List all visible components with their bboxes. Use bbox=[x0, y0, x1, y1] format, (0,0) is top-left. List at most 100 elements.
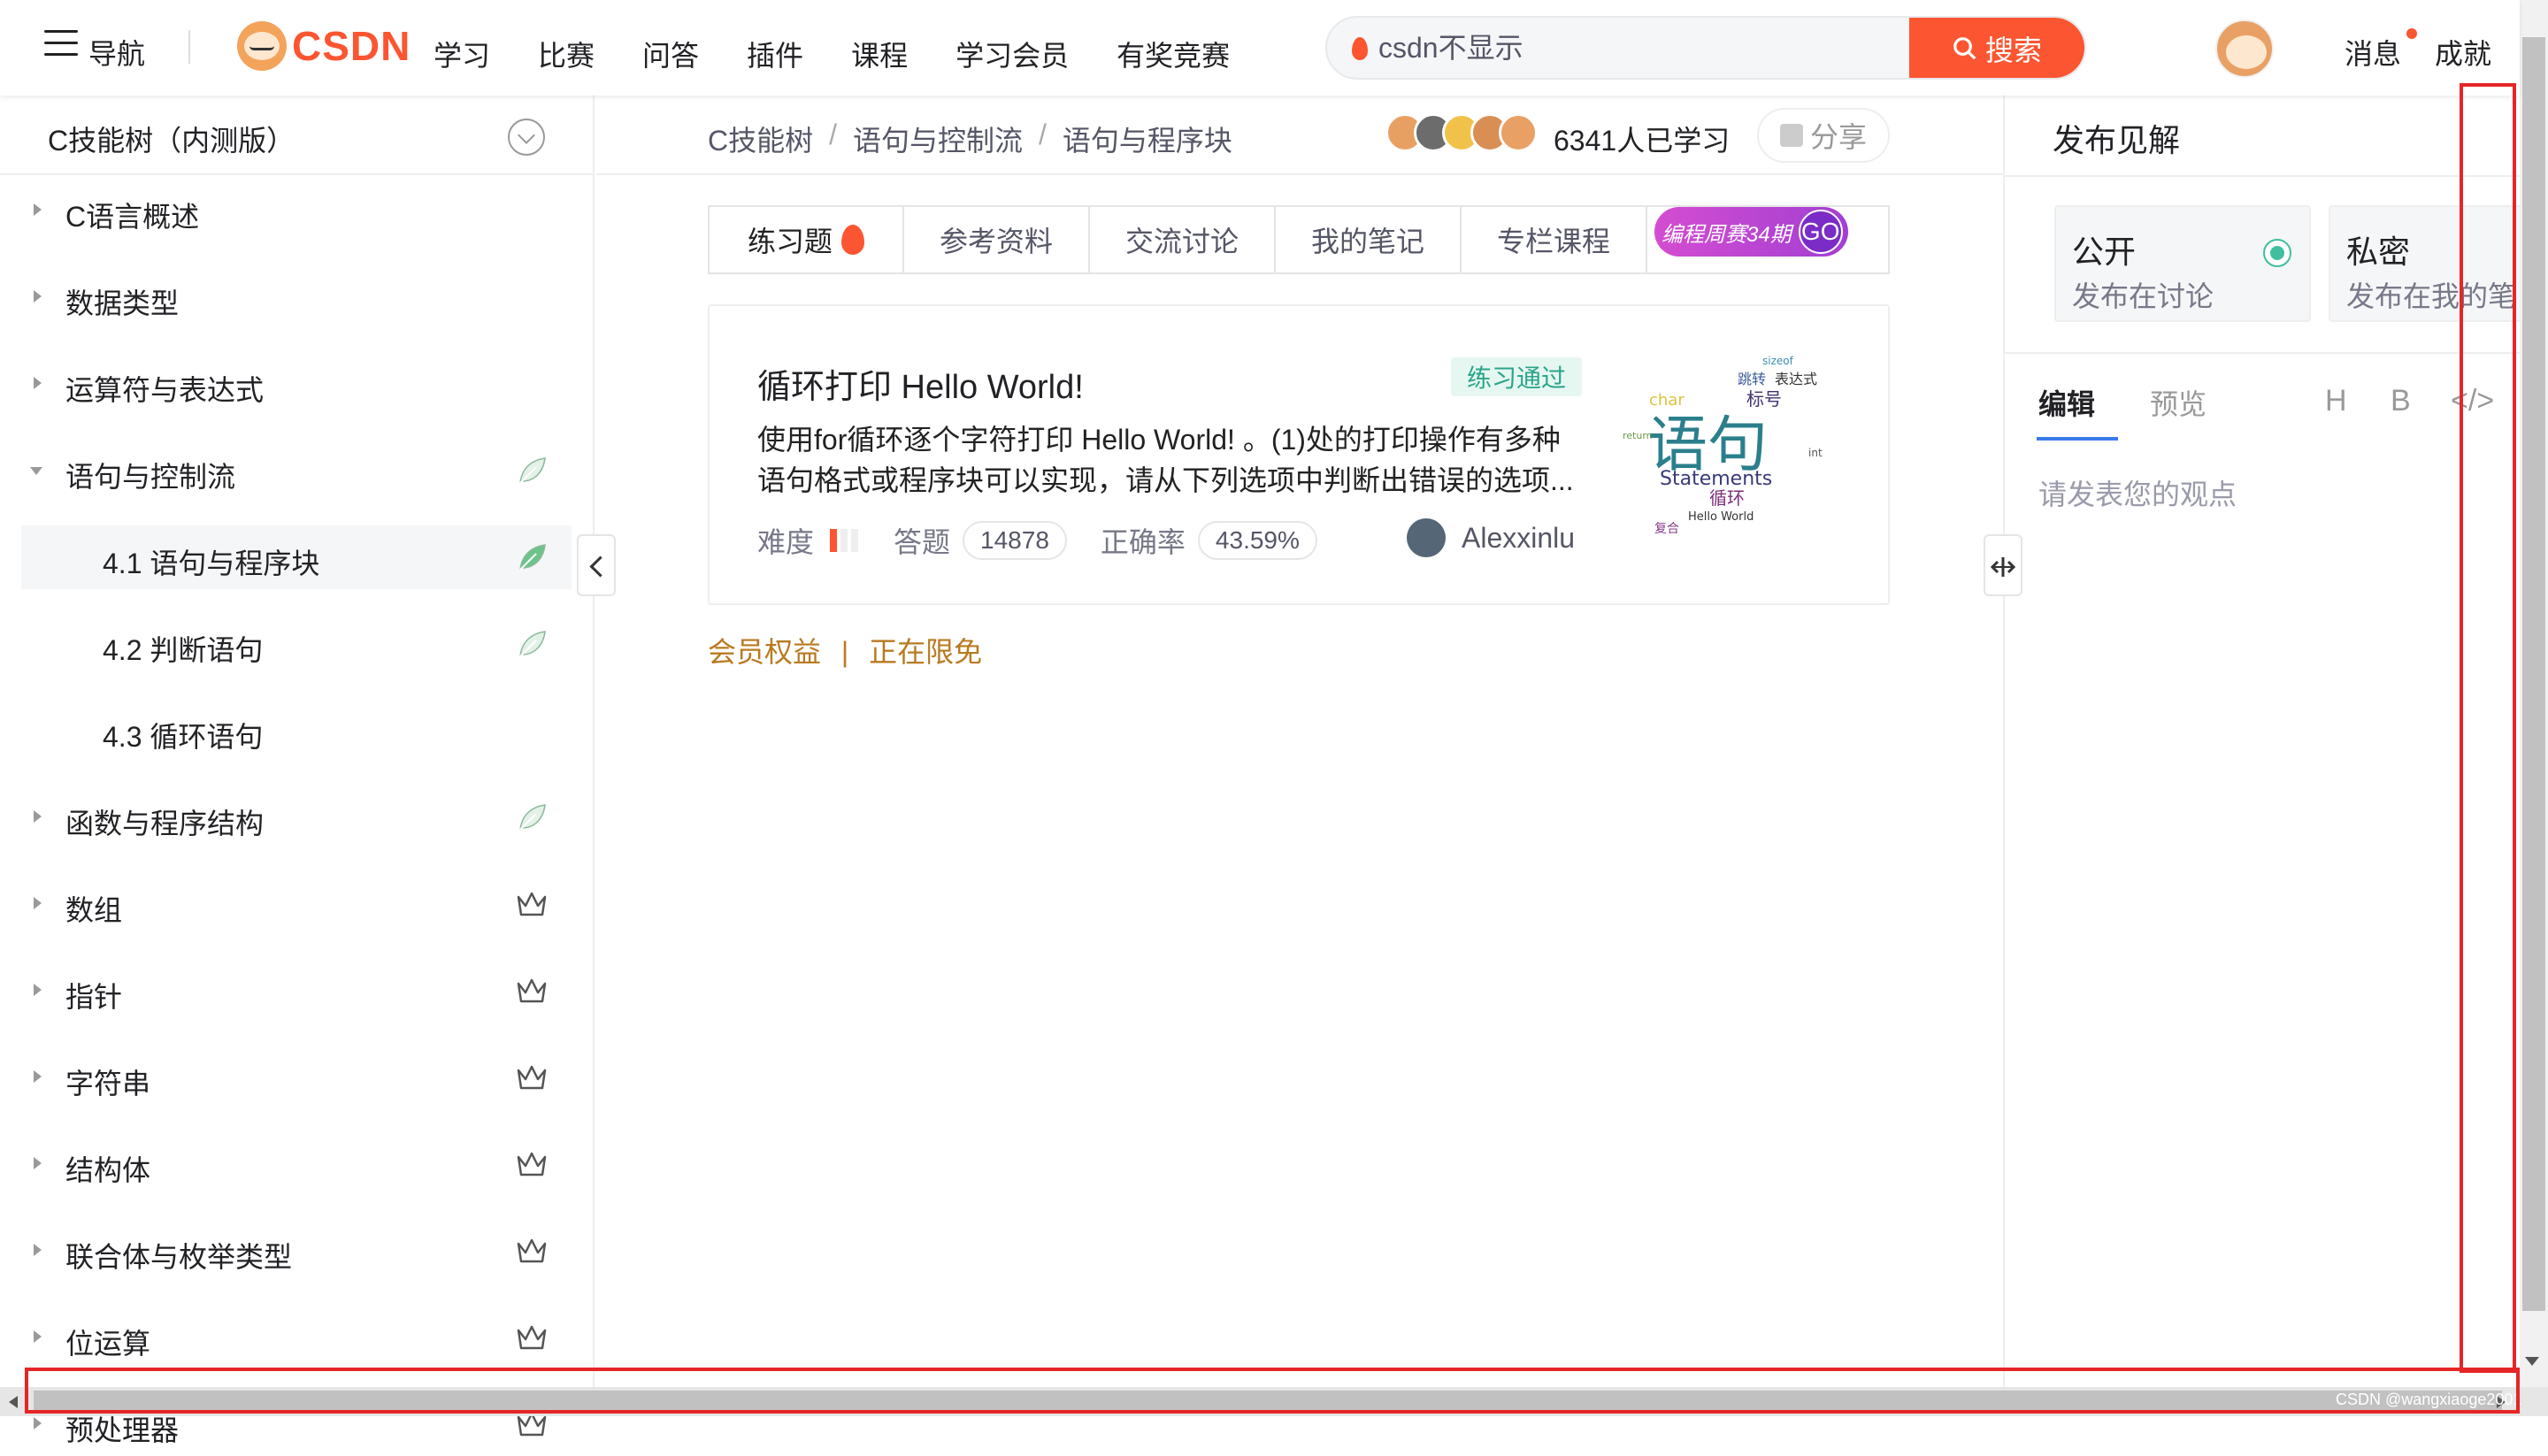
caret-right-icon[interactable] bbox=[34, 377, 42, 389]
nav-menu-label[interactable]: 导航 bbox=[88, 32, 145, 73]
tab-column-courses[interactable]: 专栏课程 bbox=[1462, 207, 1647, 272]
sidebar-item-label: 联合体与枚举类型 bbox=[65, 1241, 293, 1273]
nav-link-qa[interactable]: 问答 bbox=[642, 34, 699, 74]
csdn-logo[interactable]: CSDN bbox=[237, 21, 411, 71]
share-icon bbox=[1779, 124, 1803, 147]
panel-title: 发布见解 bbox=[2053, 122, 2181, 158]
logo-text: CSDN bbox=[292, 23, 411, 69]
nav-link-study[interactable]: 学习 bbox=[434, 34, 490, 74]
sidebar-item-label: 结构体 bbox=[65, 1154, 151, 1186]
vip-benefit-label[interactable]: 会员权益 bbox=[708, 636, 821, 668]
tab-edit[interactable]: 编辑 bbox=[2038, 382, 2095, 423]
avatar[interactable] bbox=[2215, 19, 2274, 78]
insight-panel: 发布见解 公开 发布在讨论 私密 发布在我的笔 编辑 预览 H B </> 请发… bbox=[2003, 96, 2520, 1387]
caret-right-icon[interactable] bbox=[34, 1244, 42, 1256]
top-navbar: 导航 CSDN 学习 比赛 问答 插件 课程 学习会员 有奖竞赛 搜索 消息 成… bbox=[0, 0, 2520, 96]
wordcloud-word: Hello World bbox=[1688, 510, 1754, 524]
sidebar-item[interactable]: 指针 bbox=[21, 959, 572, 1023]
sidebar-item[interactable]: 位运算 bbox=[21, 1306, 572, 1369]
achievements-link[interactable]: 成就 bbox=[2435, 32, 2491, 73]
caret-right-icon[interactable] bbox=[34, 897, 42, 909]
unread-dot bbox=[2406, 28, 2417, 39]
menu-icon[interactable] bbox=[44, 30, 78, 58]
tab-discussion[interactable]: 交流讨论 bbox=[1090, 207, 1276, 272]
skill-tree-sidebar: C技能树（内测版） C语言概述数据类型运算符与表达式 语句与控制流 4.1 语句与程… bbox=[0, 96, 595, 1446]
caret-right-icon[interactable] bbox=[34, 1330, 42, 1343]
sidebar-item[interactable]: 4.3 循环语句 bbox=[21, 699, 572, 762]
heading-tool-icon[interactable]: H bbox=[2325, 384, 2347, 418]
breadcrumb-bar: C技能树 / 语句与控制流 / 语句与程序块 6341人已学习 分享 bbox=[596, 96, 2003, 175]
exercise-description: 使用for循环逐个字符打印 Hello World! 。(1)处的打印操作有多种… bbox=[757, 424, 1574, 496]
search-icon bbox=[1953, 37, 1976, 60]
nav-link-plugin[interactable]: 插件 bbox=[747, 34, 803, 74]
annotation-box-vertical-scroll bbox=[2460, 83, 2516, 1373]
visibility-public-option[interactable]: 公开 发布在讨论 bbox=[2054, 205, 2311, 322]
exercise-card[interactable]: 循环打印 Hello World! 练习通过 使用for循环逐个字符打印 Hel… bbox=[708, 304, 1890, 605]
caret-right-icon[interactable] bbox=[34, 290, 42, 303]
sidebar-title: C技能树（内测版） bbox=[48, 125, 295, 157]
resize-panel-handle[interactable] bbox=[1984, 534, 2022, 596]
exercise-title[interactable]: 循环打印 Hello World! bbox=[757, 359, 1084, 408]
sidebar-item[interactable]: 结构体 bbox=[21, 1132, 572, 1196]
sidebar-item[interactable]: 语句与控制流 bbox=[21, 439, 572, 502]
nav-divider bbox=[188, 30, 190, 64]
nav-links: 学习 比赛 问答 插件 课程 学习会员 有奖竞赛 bbox=[434, 34, 1278, 74]
sidebar-item[interactable]: 数据类型 bbox=[21, 265, 572, 329]
breadcrumb-item[interactable]: C技能树 bbox=[708, 119, 813, 159]
weekly-contest-badge[interactable]: 编程周赛34期 GO bbox=[1654, 207, 1848, 257]
collapse-sidebar-button[interactable] bbox=[577, 534, 616, 596]
search-button[interactable]: 搜索 bbox=[1909, 18, 2084, 78]
messages-link[interactable]: 消息 bbox=[2345, 32, 2401, 73]
go-button[interactable]: GO bbox=[1798, 210, 1843, 254]
option-name: 公开 bbox=[2072, 234, 2137, 270]
sidebar-item[interactable]: 4.2 判断语句 bbox=[21, 612, 572, 676]
nav-link-vip[interactable]: 学习会员 bbox=[956, 34, 1069, 74]
scroll-down-arrow-icon[interactable] bbox=[2525, 1357, 2539, 1366]
comment-input[interactable]: 请发表您的观点 bbox=[2038, 472, 2237, 513]
learners-count: 6341人已学习 bbox=[1554, 125, 1731, 157]
caret-right-icon[interactable] bbox=[34, 1070, 42, 1083]
breadcrumb-item[interactable]: 语句与程序块 bbox=[1063, 119, 1232, 159]
bold-tool-icon[interactable]: B bbox=[2391, 384, 2411, 418]
radio-selected-icon[interactable] bbox=[2263, 239, 2291, 267]
sidebar-item-label: 运算符与表达式 bbox=[65, 374, 265, 406]
tab-notes[interactable]: 我的笔记 bbox=[1276, 207, 1462, 272]
breadcrumb-separator: / bbox=[1039, 119, 1047, 150]
caret-right-icon[interactable] bbox=[34, 810, 42, 823]
content-tabs: 练习题 参考资料 交流讨论 我的笔记 专栏课程 编程周赛34期 GO bbox=[708, 205, 1890, 274]
sidebar-item[interactable]: 运算符与表达式 bbox=[21, 352, 572, 416]
nav-link-contest[interactable]: 比赛 bbox=[538, 34, 595, 74]
author[interactable]: Alexxinlu bbox=[1407, 518, 1575, 557]
leaf-icon bbox=[515, 541, 549, 573]
scroll-left-arrow-icon[interactable] bbox=[9, 1396, 18, 1408]
vip-benefit-line[interactable]: 会员权益 | 正在限免 bbox=[708, 630, 982, 671]
share-button[interactable]: 分享 bbox=[1757, 108, 1890, 163]
chevron-down-icon[interactable] bbox=[508, 119, 545, 156]
sidebar-item[interactable]: 字符串 bbox=[21, 1046, 572, 1109]
sidebar-item[interactable]: 4.1 语句与程序块 bbox=[21, 525, 572, 589]
vertical-scroll-thumb[interactable] bbox=[2522, 37, 2545, 1311]
tab-label: 我的笔记 bbox=[1310, 226, 1424, 257]
sidebar-item[interactable]: 函数与程序结构 bbox=[21, 785, 572, 849]
caret-right-icon[interactable] bbox=[34, 1157, 42, 1169]
contest-badge-text: 编程周赛34期 bbox=[1662, 222, 1792, 247]
caret-right-icon[interactable] bbox=[34, 984, 42, 996]
tab-exercises[interactable]: 练习题 bbox=[710, 207, 904, 272]
nav-link-course[interactable]: 课程 bbox=[851, 34, 908, 74]
vip-free-label[interactable]: 正在限免 bbox=[869, 636, 982, 668]
breadcrumb-item[interactable]: 语句与控制流 bbox=[853, 119, 1023, 159]
search-input[interactable] bbox=[1378, 18, 1909, 78]
tab-references[interactable]: 参考资料 bbox=[904, 207, 1090, 272]
sidebar-item-label: 指针 bbox=[65, 981, 123, 1013]
sidebar-item-label: 数组 bbox=[65, 894, 123, 926]
sidebar-item[interactable]: 联合体与枚举类型 bbox=[21, 1219, 572, 1283]
caret-right-icon[interactable] bbox=[34, 203, 42, 216]
sidebar-item-label: 语句与控制流 bbox=[65, 461, 236, 493]
divider bbox=[2005, 175, 2520, 177]
caret-right-icon[interactable] bbox=[34, 1417, 42, 1429]
tab-preview[interactable]: 预览 bbox=[2150, 382, 2206, 423]
sidebar-item[interactable]: C语言概述 bbox=[21, 179, 572, 242]
nav-link-prize[interactable]: 有奖竞赛 bbox=[1117, 34, 1230, 74]
sidebar-item[interactable]: 数组 bbox=[21, 872, 572, 936]
caret-down-icon[interactable] bbox=[30, 467, 42, 475]
